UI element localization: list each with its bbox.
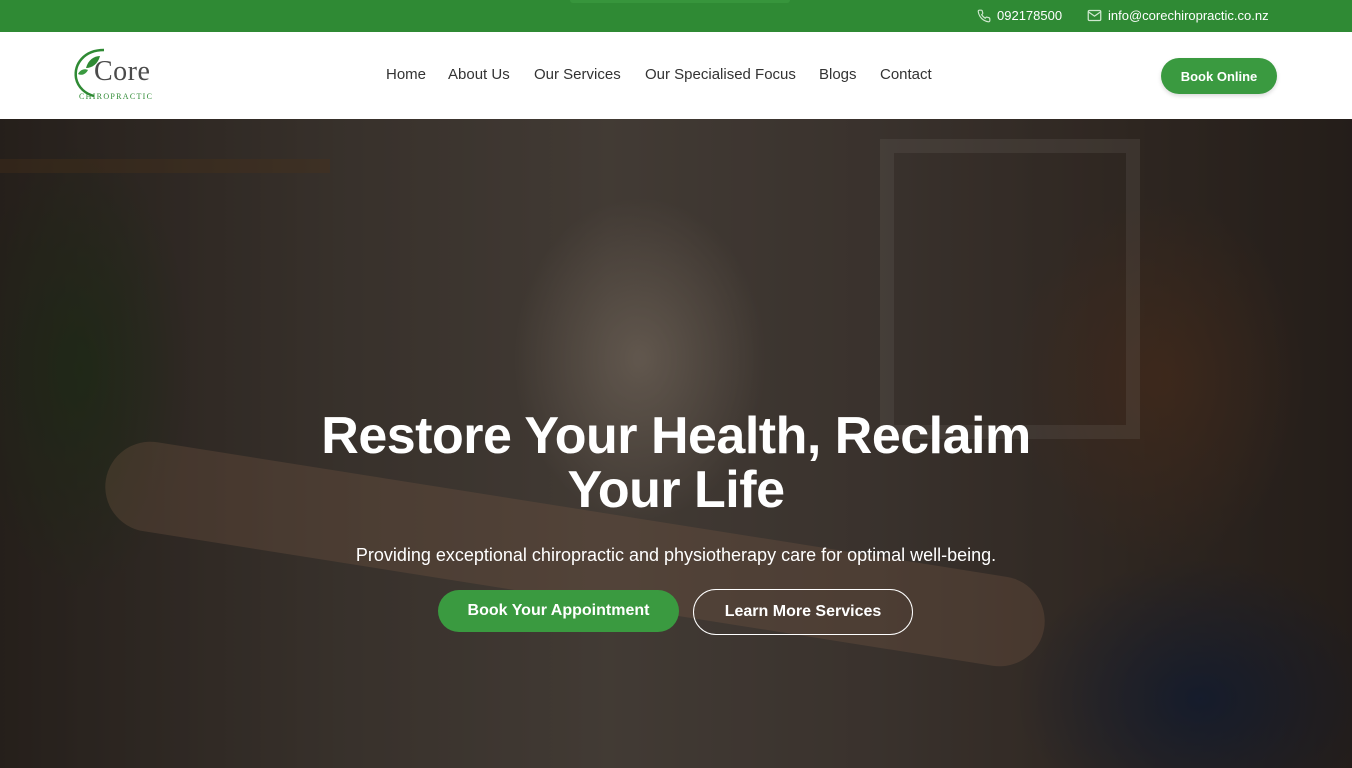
core-chiropractic-logo[interactable]: Core CHIROPRACTIC [72, 44, 164, 106]
nav-item-our-services[interactable]: Our Services [534, 66, 621, 83]
phone-icon [977, 9, 991, 23]
top-accent-strip [570, 0, 790, 3]
nav-item-specialised-focus[interactable]: Our Specialised Focus [645, 66, 796, 83]
learn-more-services-button[interactable]: Learn More Services [693, 589, 913, 635]
site-header: Core CHIROPRACTIC Home About Us Our Serv… [0, 32, 1352, 119]
nav-item-home[interactable]: Home [386, 66, 426, 83]
nav-item-about-us[interactable]: About Us [448, 66, 510, 83]
envelope-icon [1087, 9, 1102, 22]
email-address: info@corechiropractic.co.nz [1108, 8, 1269, 23]
hero-section: Restore Your Health, Reclaim Your Life P… [0, 119, 1352, 768]
nav-item-contact[interactable]: Contact [880, 66, 932, 83]
hero-subtitle: Providing exceptional chiropractic and p… [355, 545, 997, 565]
logo-subtitle: CHIROPRACTIC [79, 92, 154, 101]
phone-link[interactable]: 092178500 [977, 8, 1062, 23]
email-link[interactable]: info@corechiropractic.co.nz [1087, 8, 1269, 23]
nav-item-blogs[interactable]: Blogs [819, 66, 857, 83]
hero-title: Restore Your Health, Reclaim Your Life [321, 407, 1031, 519]
phone-number: 092178500 [997, 8, 1063, 23]
book-online-button[interactable]: Book Online [1161, 58, 1277, 94]
top-contact-bar: 092178500 info@corechiropractic.co.nz [0, 0, 1352, 32]
logo-wordmark: Core [94, 56, 151, 87]
book-appointment-button[interactable]: Book Your Appointment [438, 590, 679, 632]
